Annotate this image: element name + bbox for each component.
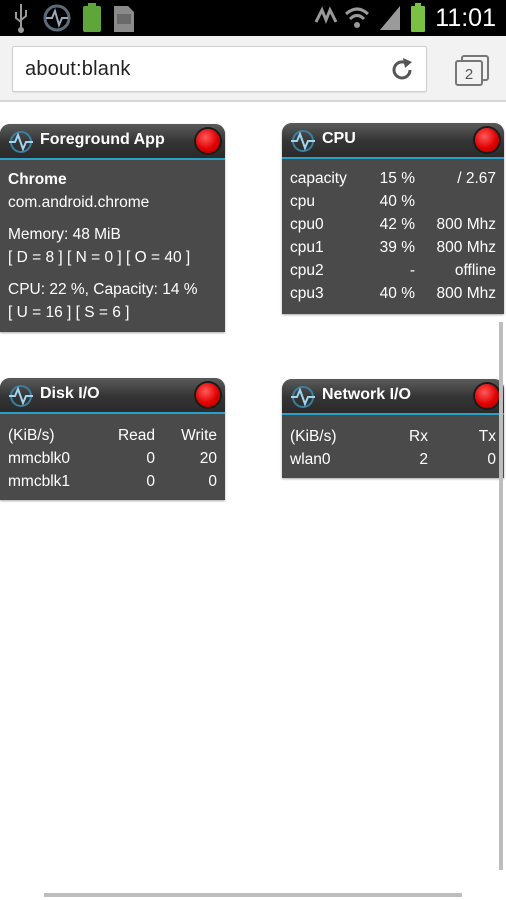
cpu-name: cpu1 [290,239,324,256]
cpu-percent: 39 % [379,239,415,256]
rx-value: 2 [419,451,428,468]
status-dot [196,129,220,153]
interface-name: wlan0 [290,451,331,468]
disk-row: mmcblk0 0 20 [8,447,217,470]
widget-header: Disk I/O [0,378,225,414]
widget-title: CPU [322,130,356,147]
pulse-icon [9,131,33,153]
cpu-widget[interactable]: CPU capacity 15 % / 2.67 cpu 40 % cpu0 4… [282,123,504,314]
cpu-name: cpu2 [290,262,324,279]
network-row: wlan0 2 0 [290,448,496,471]
reload-icon[interactable] [388,56,416,84]
network-io-widget[interactable]: Network I/O (KiB/s) Rx Tx wlan0 2 0 [282,379,504,478]
tx-value: 0 [487,451,496,468]
widget-header: Foreground App [0,124,225,160]
status-dot [475,128,499,152]
url-text[interactable]: about:blank [25,58,131,81]
cpu-row: cpu 40 % [290,190,496,213]
app-name: Chrome [8,171,67,188]
tab-switcher-button[interactable]: 2 [454,54,490,86]
cpu-percent: - [409,262,415,279]
signal-bars-icon [314,6,338,25]
cpu-percent: 40 % [379,285,415,302]
status-bar: 11:01 [0,0,506,36]
cpu-percent: 42 % [379,216,415,233]
device-name: mmcblk0 [8,450,71,467]
wifi-icon [344,7,370,28]
cpu-name: cpu [290,193,315,210]
write-value: 0 [208,473,217,490]
cpu-value [415,190,496,213]
cpu-name: cpu3 [290,285,324,302]
status-dot [475,384,499,408]
disk-row: mmcblk1 0 0 [8,470,217,493]
cpu-row: capacity 15 % / 2.67 [290,167,496,190]
cpu-percent: 40 % [379,193,415,210]
memory-breakdown: [ D = 8 ] [ N = 0 ] [ O = 40 ] [8,249,191,266]
cell-signal-icon [380,6,400,30]
cpu-row: cpu2 - offline [290,259,496,282]
device-name: mmcblk1 [8,473,71,490]
app-package: com.android.chrome [8,194,150,211]
foreground-app-widget[interactable]: Foreground App Chrome com.android.chrome… [0,124,225,332]
cpu-name: cpu0 [290,216,324,233]
cpu-row: cpu1 39 % 800 Mhz [290,236,496,259]
tab-count: 2 [465,66,473,83]
clock: 11:01 [435,4,496,32]
read-value: 0 [146,473,155,490]
widget-title: Network I/O [322,386,411,403]
cpu-percent: 15 % [379,170,415,187]
cpu-value: 800 Mhz [436,239,496,256]
battery-app-icon [83,3,101,32]
pulse-icon [291,130,315,152]
read-value: 0 [146,450,155,467]
write-value: 20 [199,450,217,467]
disk-io-widget[interactable]: Disk I/O (KiB/s) Read Write mmcblk0 0 20… [0,378,225,500]
pulse-icon [291,386,315,408]
usb-icon [15,4,27,33]
sync-icon [43,4,71,32]
network-header-row: (KiB/s) Rx Tx [290,425,496,448]
browser-toolbar: about:blank 2 [0,36,506,102]
widget-header: Network I/O [282,379,504,415]
battery-icon [411,3,425,32]
address-bar[interactable]: about:blank [12,46,427,92]
cpu-row: cpu0 42 % 800 Mhz [290,213,496,236]
cpu-value: 800 Mhz [436,285,496,302]
widget-header: CPU [282,123,504,159]
horizontal-scrollbar[interactable] [44,893,462,897]
cpu-breakdown: [ U = 16 ] [ S = 6 ] [8,304,130,321]
read-header: Read [117,427,155,444]
cpu-row: cpu3 40 % 800 Mhz [290,282,496,305]
unit-label: (KiB/s) [290,428,337,445]
cpu-text: CPU: 22 %, Capacity: 14 % [8,281,198,298]
widget-title: Foreground App [40,131,165,148]
unit-label: (KiB/s) [8,427,55,444]
cpu-value: / 2.67 [457,170,496,187]
cpu-value: 800 Mhz [436,216,496,233]
vertical-scrollbar[interactable] [499,322,503,870]
cpu-value: offline [454,262,496,279]
status-dot [196,383,220,407]
pulse-icon [9,385,33,407]
sd-card-icon [114,6,134,32]
write-header: Write [181,427,217,444]
memory-text: Memory: 48 MiB [8,226,121,243]
rx-header: Rx [409,428,428,445]
cpu-name: capacity [290,170,347,187]
disk-header-row: (KiB/s) Read Write [8,424,217,447]
widget-title: Disk I/O [40,385,100,402]
tx-header: Tx [478,428,496,445]
